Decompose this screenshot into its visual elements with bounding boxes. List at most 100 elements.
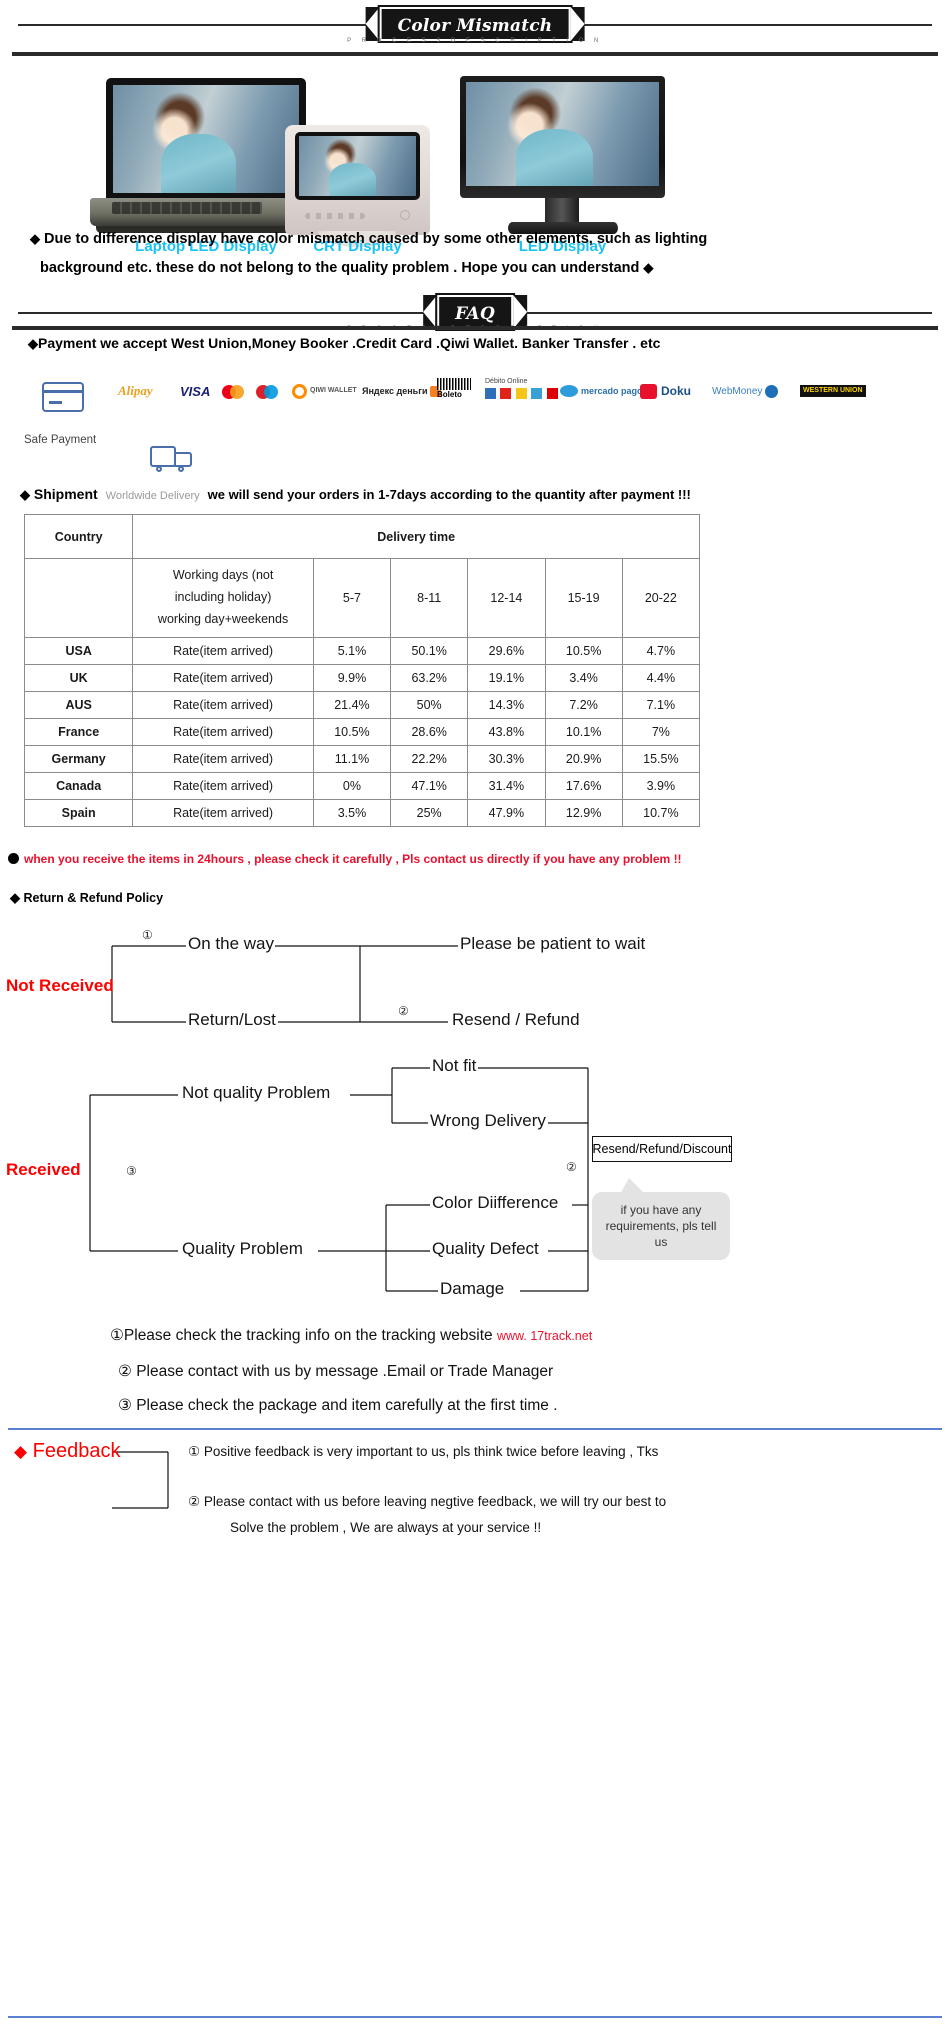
- diamond-bullet-feedback-icon: ◆: [14, 1442, 28, 1461]
- shipment-title: ◆ Shipment: [20, 486, 98, 502]
- flow-marker-2-received: ②: [566, 1160, 577, 1174]
- row-value: 19.1%: [467, 663, 546, 692]
- row-rate-label: Rate(item arrived): [132, 636, 314, 665]
- explanation-text-3: Please check the package and item carefu…: [136, 1397, 558, 1414]
- row-value: 21.4%: [312, 690, 392, 719]
- feedback-item-2-line2: Solve the problem , We are always at you…: [230, 1520, 541, 1535]
- row-rate-label: Rate(item arrived): [132, 690, 314, 719]
- ribbon-tail-left-icon: [365, 7, 380, 41]
- row-value: 47.1%: [390, 771, 469, 800]
- yandex-dengi-logo: Яндекс деньги: [362, 378, 442, 404]
- filled-circle-bullet-icon: [8, 853, 19, 864]
- table-subheader-blank: [23, 558, 134, 638]
- explanation-marker-2: ②: [118, 1363, 132, 1380]
- row-rate-label: Rate(item arrived): [132, 744, 314, 773]
- flow-leaf-not-fit: Not fit: [432, 1056, 477, 1075]
- flow-group-received: Received: [6, 1160, 81, 1179]
- feedback-text-2a: Please contact with us before leaving ne…: [203, 1494, 667, 1509]
- flow-leaf-color-difference: Color Diifference: [432, 1193, 559, 1212]
- row-country: Spain: [23, 798, 134, 827]
- flow-marker-2-not-received: ②: [398, 1004, 409, 1018]
- explanation-3: ③ Please check the package and item care…: [118, 1396, 558, 1415]
- banner-double-rule: [12, 52, 938, 56]
- table-row: Germany Rate(item arrived) 11.1% 22.2% 3…: [23, 744, 701, 773]
- table-range-0: 5-7: [312, 558, 392, 638]
- debito-online-logo: Débito Online: [485, 378, 558, 404]
- table-row: France Rate(item arrived) 10.5% 28.6% 43…: [23, 717, 701, 746]
- row-value: 31.4%: [467, 771, 546, 800]
- row-country: UK: [23, 663, 134, 692]
- doku-logo: Doku: [640, 378, 691, 404]
- diamond-bullet-return-icon: ◆: [10, 890, 20, 905]
- crt-controls-icon: [305, 213, 365, 219]
- flow-marker-1: ①: [142, 928, 153, 942]
- table-range-2: 12-14: [467, 558, 546, 638]
- delivery-time-table: Country Delivery time Working days (not …: [23, 514, 701, 827]
- row-value: 3.4%: [544, 663, 623, 692]
- row-value: 10.5%: [312, 717, 392, 746]
- color-mismatch-text-2: background etc. these do not belong to t…: [40, 260, 640, 276]
- row-value: 7.2%: [544, 690, 623, 719]
- table-row: Canada Rate(item arrived) 0% 47.1% 31.4%…: [23, 771, 701, 800]
- explanation-2: ② Please contact with us by message .Ema…: [118, 1362, 553, 1381]
- ribbon-tail-right-faq-icon: [512, 295, 527, 329]
- feedback-text-1: Positive feedback is very important to u…: [203, 1444, 659, 1459]
- mercado-pago-logo: mercado pago: [560, 378, 643, 404]
- western-union-logo: WESTERN UNION: [800, 378, 866, 404]
- feedback-item-2: ② Please contact with us before leaving …: [188, 1494, 666, 1510]
- qiwi-wallet-logo: QIWI WALLET: [292, 378, 357, 404]
- flow-marker-3: ③: [126, 1164, 137, 1178]
- explanation-marker-1: ①: [110, 1327, 124, 1344]
- laptop-screen: [106, 78, 306, 198]
- row-value: 5.1%: [312, 636, 392, 665]
- explanation-1: ①Please check the tracking info on the t…: [110, 1326, 592, 1345]
- table-row: UK Rate(item arrived) 9.9% 63.2% 19.1% 3…: [23, 663, 701, 692]
- row-value: 3.9%: [621, 771, 701, 800]
- flow-node-quality-problem: Quality Problem: [182, 1239, 303, 1258]
- inspect-warning-text: when you receive the items in 24hours , …: [24, 852, 682, 866]
- feedback-marker-2: ②: [188, 1494, 201, 1509]
- feedback-divider-top: [8, 1428, 942, 1430]
- feedback-marker-1: ①: [188, 1444, 201, 1459]
- row-value: 25%: [390, 798, 469, 827]
- visa-logo: VISA: [180, 383, 211, 399]
- return-refund-policy-title: ◆ Return & Refund Policy: [10, 890, 164, 905]
- banner-subtitle: P R O C E S S D E S C R I P T I O N: [347, 38, 603, 44]
- delivery-truck-icon: [150, 446, 194, 474]
- row-value: 0%: [312, 771, 392, 800]
- flow-leaf-quality-defect: Quality Defect: [432, 1239, 539, 1258]
- row-country: Germany: [23, 744, 134, 773]
- flow-group-not-received: Not Received: [6, 976, 114, 995]
- payment-heading-text: Payment we accept West Union,Money Booke…: [38, 335, 661, 351]
- boleto-logo: Boleto: [437, 378, 471, 404]
- crt-power-icon: [400, 210, 410, 220]
- table-range-1: 8-11: [390, 558, 469, 638]
- product-description-page: Color Mismatch P R O C E S S D E S C R I…: [0, 0, 950, 2030]
- row-country: Canada: [23, 771, 134, 800]
- table-row: AUS Rate(item arrived) 21.4% 50% 14.3% 7…: [23, 690, 701, 719]
- feedback-title: ◆ Feedback: [14, 1440, 121, 1462]
- mastercard-logo: [222, 378, 250, 404]
- shipment-note: we will send your orders in 1-7days acco…: [207, 487, 691, 502]
- banner-color-mismatch: Color Mismatch P R O C E S S D E S C R I…: [0, 2, 950, 48]
- row-value: 14.3%: [467, 690, 546, 719]
- ribbon-tail-left-faq-icon: [423, 295, 438, 329]
- row-value: 15.5%: [621, 744, 701, 773]
- diamond-bullet-end-icon: ◆: [643, 260, 654, 275]
- payment-logo-row: Alipay VISA QIWI WALLET Яндекс деньги Bo…: [0, 378, 950, 428]
- row-value: 22.2%: [390, 744, 469, 773]
- explanation-text-2: Please contact with us by message .Email…: [136, 1363, 554, 1380]
- color-mismatch-line-1: ◆ Due to difference display have color m…: [30, 230, 707, 250]
- row-value: 10.7%: [621, 798, 701, 827]
- banner-title: Color Mismatch: [377, 5, 573, 43]
- flow-leaf-wrong-delivery: Wrong Delivery: [430, 1111, 546, 1130]
- row-value: 17.6%: [544, 771, 623, 800]
- flow-node-not-quality-problem: Not quality Problem: [182, 1083, 331, 1102]
- laptop-photo: [113, 85, 299, 193]
- table-header-country: Country: [23, 514, 134, 559]
- row-value: 11.1%: [312, 744, 392, 773]
- feedback-text-2b: Solve the problem , We are always at you…: [230, 1520, 542, 1535]
- led-photo: [466, 82, 659, 186]
- shipment-row: ◆ Shipment Worldwide Delivery we will se…: [20, 486, 691, 503]
- tracking-website-link[interactable]: www. 17track.net: [497, 1329, 592, 1343]
